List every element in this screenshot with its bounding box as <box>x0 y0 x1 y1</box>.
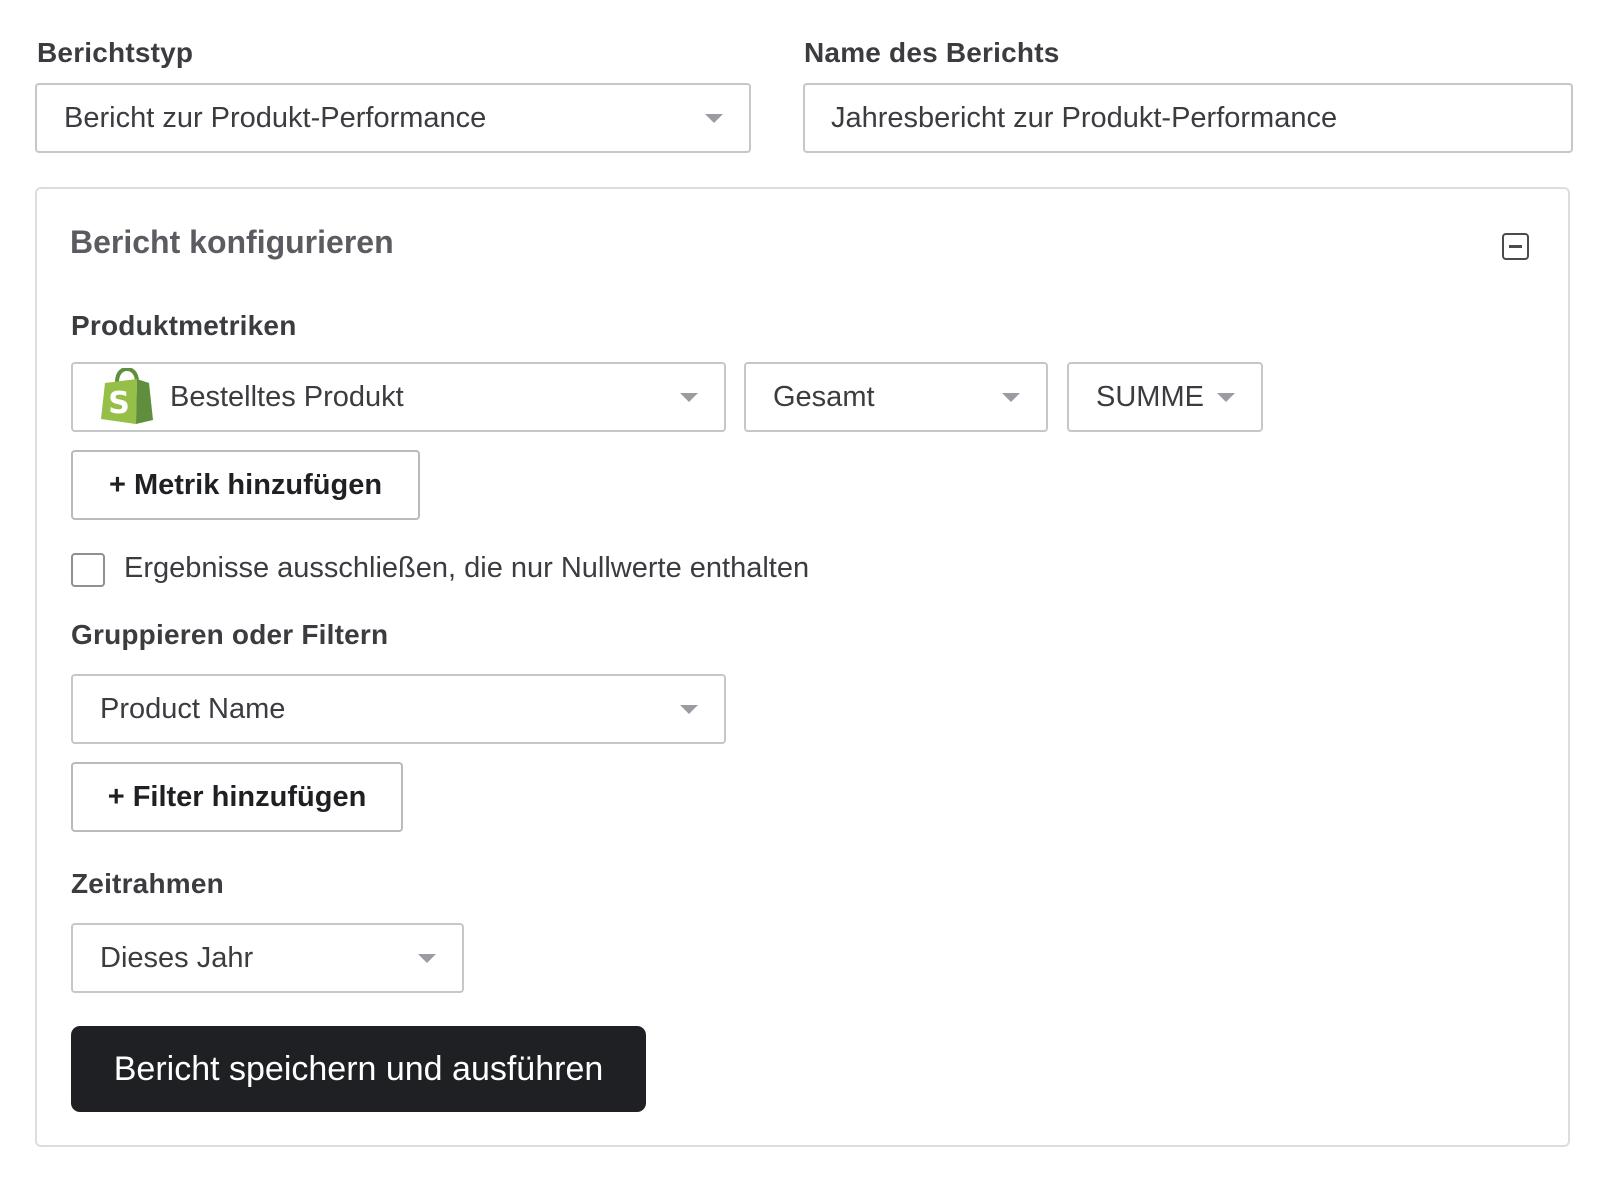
report-name-input[interactable]: Jahresbericht zur Produkt-Performance <box>803 83 1573 153</box>
save-and-run-report-button[interactable]: Bericht speichern und ausführen <box>71 1026 646 1112</box>
metric-select-value: Bestelltes Produkt <box>170 380 404 413</box>
configure-panel-title: Bericht konfigurieren <box>70 224 394 260</box>
report-name-value: Jahresbericht zur Produkt-Performance <box>831 101 1338 134</box>
timeframe-select[interactable]: Dieses Jahr <box>71 923 464 993</box>
group-by-value: Product Name <box>100 692 286 725</box>
shopify-bag-icon: S <box>101 368 153 424</box>
group-by-select[interactable]: Product Name <box>71 674 726 744</box>
metric-select[interactable]: S Bestelltes Produkt <box>71 362 726 432</box>
exclude-zero-checkbox[interactable] <box>71 553 105 587</box>
function-select[interactable]: SUMME <box>1067 362 1263 432</box>
add-filter-button[interactable]: + Filter hinzufügen <box>71 762 403 832</box>
function-select-value: SUMME <box>1096 380 1204 413</box>
chevron-down-icon <box>418 953 436 963</box>
report-name-label: Name des Berichts <box>804 37 1060 68</box>
chevron-down-icon <box>1217 392 1235 402</box>
report-type-label: Berichtstyp <box>37 37 194 68</box>
report-type-value: Bericht zur Produkt-Performance <box>64 101 487 134</box>
chevron-down-icon <box>680 392 698 402</box>
aggregate-select[interactable]: Gesamt <box>744 362 1048 432</box>
timeframe-value: Dieses Jahr <box>100 941 254 974</box>
product-metrics-label: Produktmetriken <box>71 310 297 341</box>
aggregate-select-value: Gesamt <box>773 380 875 413</box>
report-type-select[interactable]: Bericht zur Produkt-Performance <box>35 83 751 153</box>
chevron-down-icon <box>1002 392 1020 402</box>
exclude-zero-label: Ergebnisse ausschließen, die nur Nullwer… <box>124 552 810 584</box>
svg-text:S: S <box>108 386 130 421</box>
add-metric-button[interactable]: + Metrik hinzufügen <box>71 450 420 520</box>
chevron-down-icon <box>705 113 723 123</box>
chevron-down-icon <box>680 704 698 714</box>
timeframe-label: Zeitrahmen <box>71 868 224 899</box>
group-filter-label: Gruppieren oder Filtern <box>71 619 389 650</box>
collapse-minus-icon[interactable] <box>1502 233 1529 260</box>
